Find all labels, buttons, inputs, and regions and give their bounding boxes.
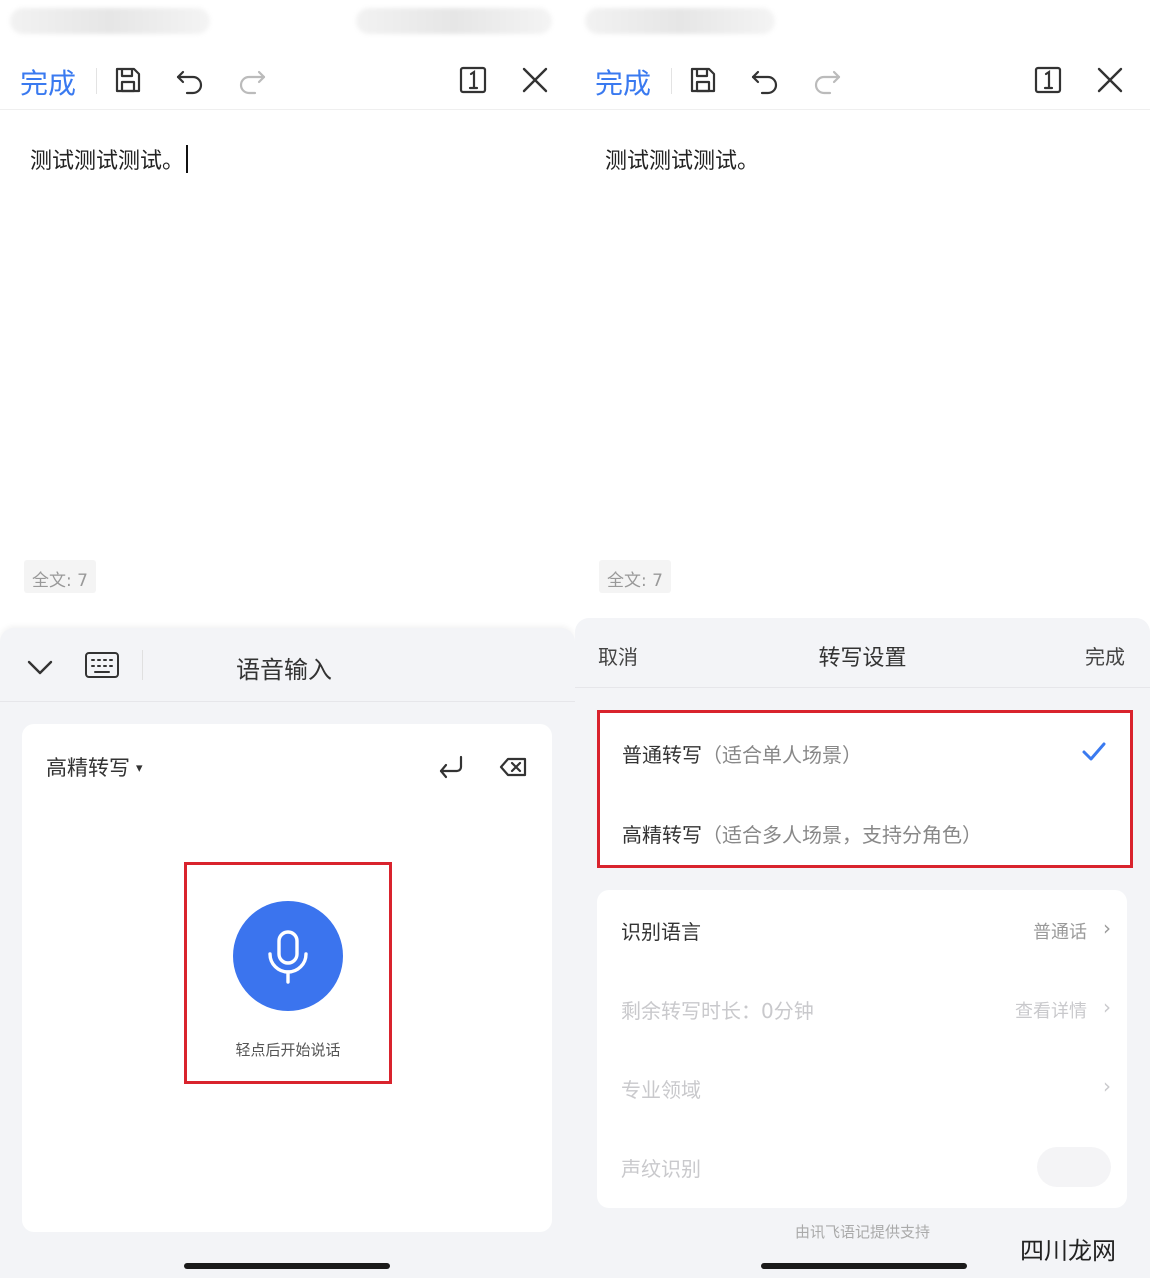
dropdown-arrow-icon: ▾ — [136, 761, 143, 776]
checkmark-icon — [1082, 742, 1106, 761]
editor-toolbar: 完成 — [0, 50, 575, 110]
row-recognition-language[interactable]: 识别语言 普通话 › — [621, 910, 1111, 950]
voice-card: 高精转写 ▾ 轻点后开始说话 — [22, 724, 552, 1232]
voiceprint-toggle[interactable] — [1037, 1147, 1111, 1187]
document-text[interactable]: 测试测试测试。 — [30, 143, 189, 175]
microphone-icon — [268, 930, 308, 984]
undo-icon[interactable] — [749, 64, 781, 96]
editor-toolbar: 完成 — [575, 50, 1150, 110]
option-label: 普通转写 — [622, 743, 702, 767]
redo-icon[interactable] — [236, 64, 268, 96]
chevron-right-icon: › — [1103, 916, 1111, 940]
row-value: 普通话 — [1033, 922, 1087, 943]
settings-title: 转写设置 — [818, 646, 907, 671]
chevron-down-icon[interactable] — [25, 652, 55, 682]
chevron-right-icon: › — [1103, 995, 1111, 1019]
right-screen: 完成 测试测试测试。 全文: 7 转写设置 取消 完成 普通转写（适合单人场景） — [575, 0, 1150, 1278]
redo-icon[interactable] — [811, 64, 843, 96]
page-count-icon[interactable] — [1032, 64, 1064, 96]
home-indicator[interactable] — [184, 1263, 390, 1269]
status-bar — [0, 0, 575, 44]
option-note: （适合多人场景，支持分角色） — [702, 823, 982, 847]
row-label: 声纹识别 — [621, 1157, 701, 1181]
document-content: 测试测试测试。 — [30, 149, 185, 174]
backspace-icon[interactable] — [498, 752, 528, 782]
option-standard-transcription[interactable]: 普通转写（适合单人场景） — [622, 739, 862, 768]
row-label: 专业领域 — [621, 1078, 701, 1102]
watermark: 四川龙网 — [1020, 1237, 1116, 1265]
microphone-button[interactable] — [233, 901, 343, 1011]
keyboard-icon[interactable] — [84, 650, 120, 680]
transcription-options: 普通转写（适合单人场景） 高精转写（适合多人场景，支持分角色） — [597, 710, 1133, 868]
document-content: 测试测试测试。 — [605, 149, 760, 174]
settings-header: 转写设置 取消 完成 — [575, 618, 1150, 688]
settings-done-button[interactable]: 完成 — [1085, 641, 1125, 670]
left-screen: 完成 测试测试测试。 全文: 7 语音输入 高精转写 ▾ 轻点后开始说话 — [0, 0, 575, 1278]
mic-hint-text: 轻点后开始说话 — [235, 1041, 341, 1059]
close-icon[interactable] — [519, 64, 551, 96]
close-icon[interactable] — [1094, 64, 1126, 96]
row-value: 查看详情 — [1015, 1001, 1087, 1022]
settings-list: 识别语言 普通话 › 剩余转写时长：0分钟 查看详情 › 专业领域 › 声纹识别 — [597, 890, 1127, 1208]
voice-input-header: 语音输入 — [0, 628, 575, 702]
option-label: 高精转写 — [622, 823, 702, 847]
home-indicator[interactable] — [761, 1263, 967, 1269]
transcription-settings-panel: 转写设置 取消 完成 普通转写（适合单人场景） 高精转写（适合多人场景，支持分角… — [575, 618, 1150, 1278]
word-counter: 全文: 7 — [599, 560, 671, 593]
status-bar — [575, 0, 1150, 44]
transcription-mode-dropdown[interactable]: 高精转写 ▾ — [46, 752, 143, 782]
chevron-right-icon: › — [1103, 1074, 1111, 1098]
text-cursor — [186, 145, 189, 173]
header-divider — [142, 650, 143, 680]
option-note: （适合单人场景） — [702, 743, 862, 767]
transcription-mode-label: 高精转写 — [46, 756, 130, 780]
save-icon[interactable] — [112, 64, 144, 96]
cancel-button[interactable]: 取消 — [598, 641, 638, 670]
voice-input-panel: 语音输入 高精转写 ▾ 轻点后开始说话 — [0, 628, 575, 1278]
undo-icon[interactable] — [174, 64, 206, 96]
row-professional-domain[interactable]: 专业领域 › — [621, 1068, 1111, 1108]
row-label: 识别语言 — [621, 920, 701, 944]
row-voiceprint-recognition: 声纹识别 — [621, 1147, 1111, 1187]
mic-highlight-box: 轻点后开始说话 — [184, 862, 392, 1084]
document-text[interactable]: 测试测试测试。 — [605, 143, 759, 175]
option-high-precision-transcription[interactable]: 高精转写（适合多人场景，支持分角色） — [622, 819, 982, 848]
enter-icon[interactable] — [436, 752, 466, 782]
save-icon[interactable] — [687, 64, 719, 96]
row-label: 剩余转写时长：0分钟 — [621, 999, 814, 1023]
word-counter: 全文: 7 — [24, 560, 96, 593]
toolbar-divider — [671, 68, 672, 94]
voice-input-title: 语音输入 — [236, 656, 332, 684]
row-remaining-duration[interactable]: 剩余转写时长：0分钟 查看详情 › — [621, 989, 1111, 1029]
done-button[interactable]: 完成 — [595, 62, 651, 102]
done-button[interactable]: 完成 — [20, 62, 76, 102]
page-count-icon[interactable] — [457, 64, 489, 96]
toolbar-divider — [96, 68, 97, 94]
